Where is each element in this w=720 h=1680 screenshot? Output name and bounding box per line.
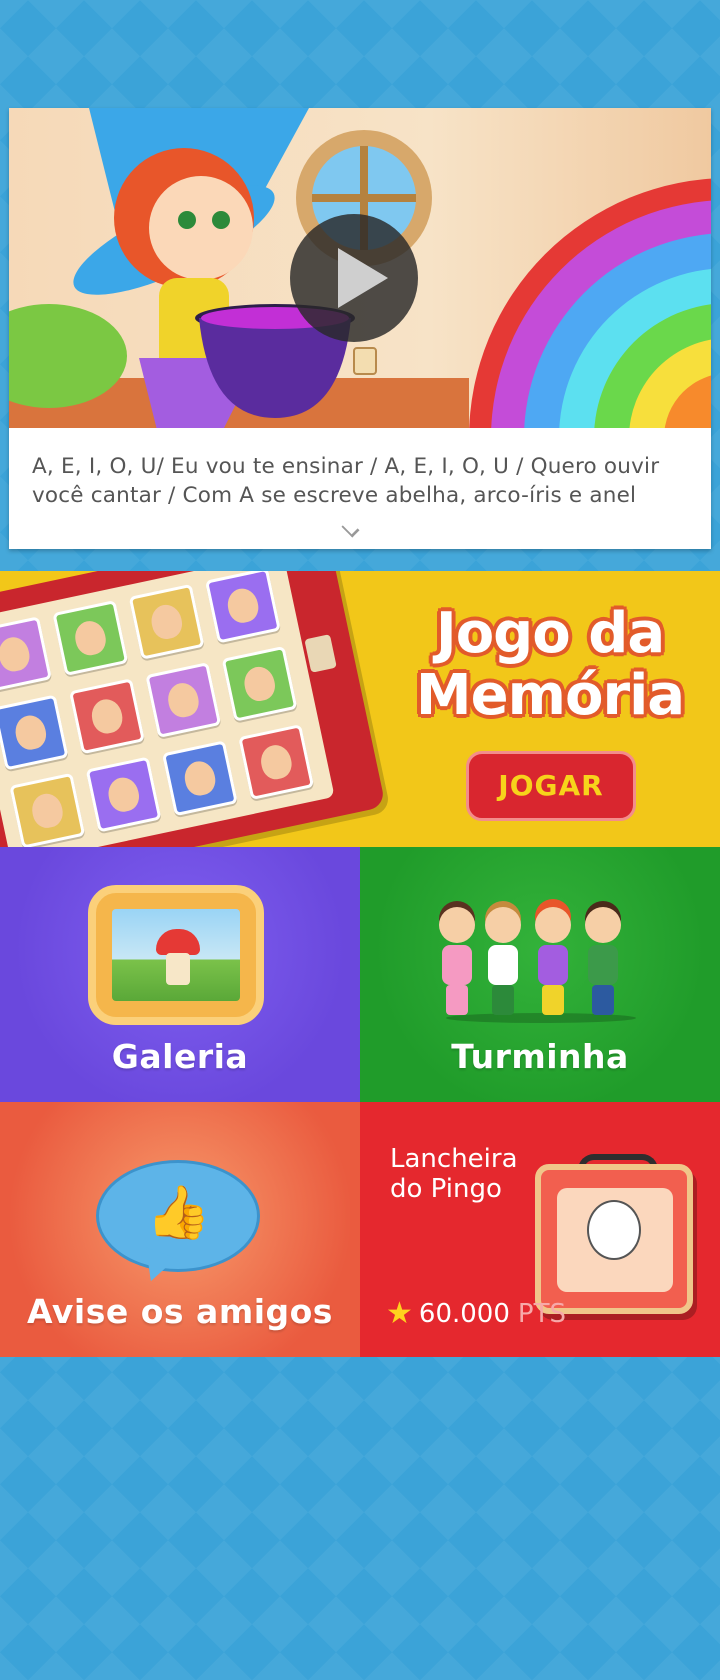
lyrics-line: você cantar / Com A se escreve abelha, a… bbox=[32, 483, 637, 508]
lunchbox-icon bbox=[535, 1164, 693, 1314]
memory-title-line2: Memória bbox=[415, 663, 685, 728]
lancheira-title-line2: do Pingo bbox=[390, 1174, 502, 1204]
dog-icon bbox=[587, 1200, 641, 1260]
lyrics-line: A, E, I, O, U/ Eu vou te ensinar / A, E,… bbox=[32, 454, 660, 479]
galeria-tile[interactable]: Galeria bbox=[0, 847, 360, 1102]
star-icon: ★ bbox=[386, 1296, 413, 1331]
points-price: ★ 60.000 PTS bbox=[386, 1297, 566, 1331]
points-value: 60.000 bbox=[418, 1299, 510, 1329]
thumbs-up-icon: 👍 bbox=[146, 1183, 211, 1243]
lancheira-tile[interactable]: Lancheira do Pingo ★ 60.000 PTS bbox=[360, 1102, 720, 1357]
avise-label: Avise os amigos bbox=[27, 1292, 333, 1331]
galeria-label: Galeria bbox=[111, 1037, 249, 1076]
lancheira-title-line1: Lancheira bbox=[390, 1144, 518, 1174]
kids-group-illustration bbox=[436, 887, 646, 1027]
lyrics-text: A, E, I, O, U/ Eu vou te ensinar / A, E,… bbox=[32, 452, 692, 510]
lancheira-title: Lancheira do Pingo bbox=[390, 1144, 518, 1204]
memory-title-line1: Jogo da bbox=[435, 601, 665, 666]
turminha-label: Turminha bbox=[451, 1037, 629, 1076]
video-thumbnail[interactable] bbox=[9, 108, 711, 428]
video-card[interactable]: A, E, I, O, U/ Eu vou te ensinar / A, E,… bbox=[9, 108, 711, 549]
picture-frame-icon bbox=[88, 885, 264, 1025]
memory-board-illustration bbox=[0, 571, 386, 847]
points-unit: PTS bbox=[517, 1299, 566, 1329]
avise-amigos-tile[interactable]: 👍 Avise os amigos bbox=[0, 1102, 360, 1357]
turminha-tile[interactable]: Turminha bbox=[360, 847, 720, 1102]
sound-icon bbox=[304, 634, 337, 673]
memory-game-title: Jogo da Memória bbox=[400, 603, 700, 727]
play-icon[interactable] bbox=[290, 214, 418, 342]
play-game-button[interactable]: JOGAR bbox=[466, 751, 636, 821]
